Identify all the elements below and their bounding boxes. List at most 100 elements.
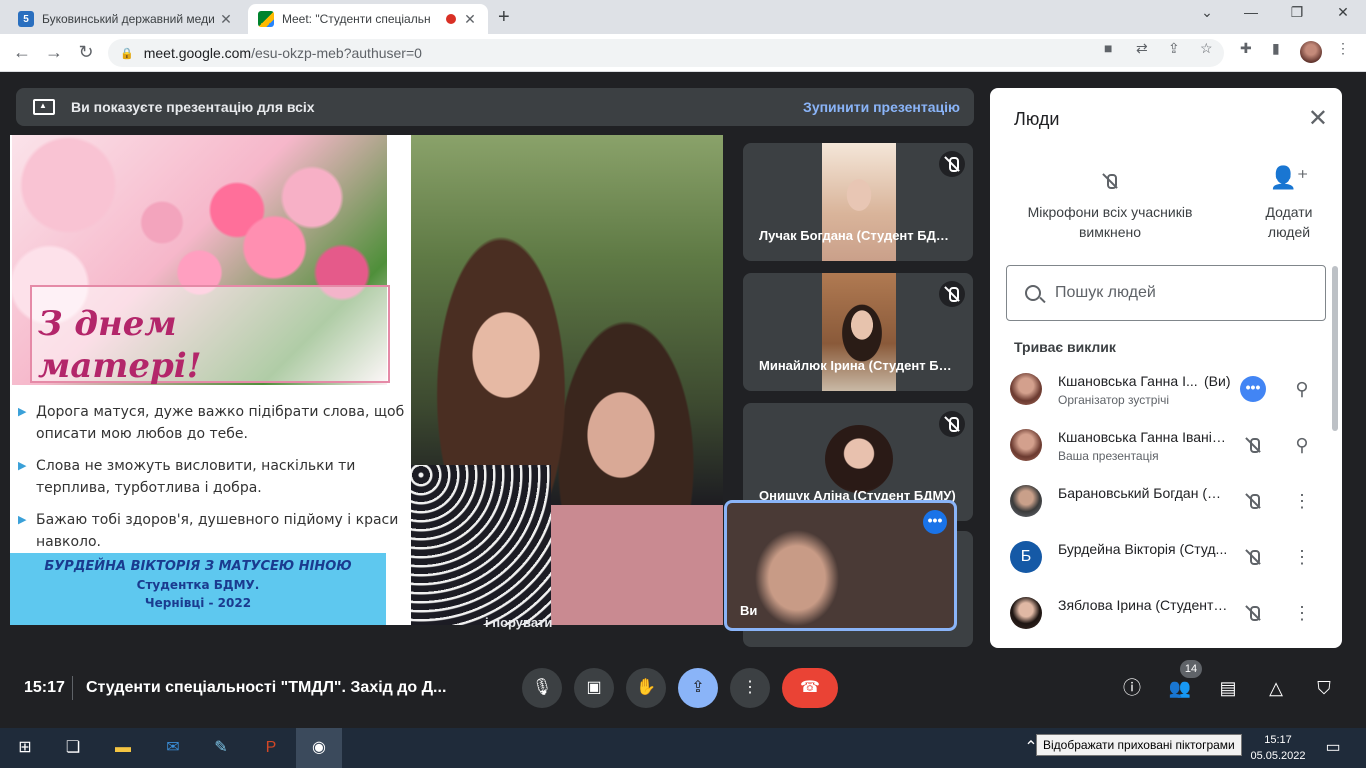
menu-dots-icon[interactable]: ⋮ bbox=[1336, 40, 1350, 57]
tab-meet[interactable]: Meet: "Студенти спеціальн ✕ bbox=[248, 4, 488, 34]
participant-name: Кшановська Ганна Іванів... bbox=[1058, 429, 1228, 445]
presenting-banner: Ви показуєте презентацію для всіх Зупини… bbox=[16, 88, 974, 126]
more-options-icon[interactable]: ⋮ bbox=[1290, 488, 1314, 514]
raise-hand-button[interactable]: ✋ bbox=[626, 668, 666, 708]
mic-muted-icon bbox=[939, 411, 965, 437]
meeting-controls-bar: 15:17 Студенти спеціальності "ТМДЛ". Зах… bbox=[0, 656, 1366, 720]
mic-muted-icon[interactable] bbox=[1240, 600, 1266, 626]
host-controls-icon[interactable]: ⛉ bbox=[1310, 674, 1338, 702]
avatar bbox=[1010, 597, 1042, 629]
camera-in-use-icon[interactable]: ■ bbox=[1104, 40, 1112, 56]
tab-search-icon[interactable]: ⌄ bbox=[1184, 4, 1230, 21]
restore-icon[interactable]: ❐ bbox=[1274, 4, 1320, 21]
forward-icon[interactable]: → bbox=[42, 42, 66, 63]
notifications-icon[interactable]: ▭ bbox=[1320, 736, 1346, 760]
share-icon[interactable]: ⇪ bbox=[1168, 40, 1180, 57]
mail-icon[interactable]: ✉ bbox=[160, 736, 186, 760]
audio-off-icon[interactable] bbox=[1240, 432, 1266, 458]
bookmark-star-icon[interactable]: ☆ bbox=[1200, 40, 1213, 57]
mic-muted-icon bbox=[939, 151, 965, 177]
close-window-icon[interactable]: ✕ bbox=[1320, 4, 1366, 21]
profile-avatar[interactable] bbox=[1300, 41, 1322, 63]
more-options-button[interactable]: ⋮ bbox=[730, 668, 770, 708]
close-tab-icon[interactable]: ✕ bbox=[462, 11, 478, 28]
file-explorer-icon[interactable]: ▬ bbox=[110, 736, 136, 760]
meeting-info-icon[interactable]: ⓘ bbox=[1118, 674, 1146, 702]
photo-blouse bbox=[551, 505, 723, 625]
participant-video bbox=[822, 273, 896, 391]
more-options-icon[interactable]: ⋮ bbox=[1290, 600, 1314, 626]
side-panel-icon[interactable]: ▮ bbox=[1272, 40, 1280, 57]
site-favicon-icon: 5 bbox=[18, 11, 34, 27]
self-view-tile[interactable]: ••• Ви bbox=[724, 500, 957, 631]
camera-button[interactable]: ▣ bbox=[574, 668, 614, 708]
participant-row[interactable]: Зяблова Ірина (Студент БД... ⋮ bbox=[990, 585, 1330, 641]
bullet-item: Дорога матуся, дуже важко підібрати слов… bbox=[18, 401, 408, 445]
task-view-icon[interactable]: ❏ bbox=[60, 736, 86, 760]
participant-name: Барановський Богдан (Студ... bbox=[1058, 485, 1228, 501]
activities-icon[interactable]: △ bbox=[1262, 674, 1290, 702]
chat-icon[interactable]: ▤ bbox=[1214, 674, 1242, 702]
extensions-icon[interactable]: ✚ bbox=[1240, 40, 1252, 57]
search-people-field[interactable] bbox=[1006, 265, 1326, 321]
more-options-icon[interactable]: ⋮ bbox=[1290, 544, 1314, 570]
people-icon[interactable]: 👥 bbox=[1166, 674, 1194, 702]
windows-start-icon[interactable]: ⊞ bbox=[12, 736, 38, 760]
participant-avatar bbox=[825, 425, 893, 493]
mother-daughter-photo bbox=[411, 135, 723, 625]
close-panel-icon[interactable]: ✕ bbox=[1308, 104, 1328, 133]
self-label: Ви bbox=[740, 603, 758, 618]
pin-icon[interactable]: ⚲ bbox=[1290, 376, 1314, 402]
participant-tile[interactable]: Лучак Богдана (Студент БДМУ) bbox=[743, 143, 973, 261]
new-tab-icon[interactable]: + bbox=[498, 6, 510, 29]
slide: З днем матері! Дорога матуся, дуже важко… bbox=[10, 135, 411, 625]
paint-icon[interactable]: ✎ bbox=[208, 736, 234, 760]
address-bar-row: ← → ↻ 🔒 meet.google.com/esu-okzp-meb?aut… bbox=[0, 34, 1366, 72]
omnibox[interactable]: 🔒 meet.google.com/esu-okzp-meb?authuser=… bbox=[108, 39, 1224, 67]
stop-presenting-button[interactable]: Зупинити презентацію bbox=[803, 99, 960, 115]
tab-title: Meet: "Студенти спеціальн bbox=[282, 12, 431, 26]
tab-bsmu[interactable]: 5 Буковинський державний меди ✕ bbox=[8, 4, 244, 34]
participant-name: Лучак Богдана (Студент БДМУ) bbox=[759, 228, 959, 243]
more-options-icon[interactable]: ••• bbox=[923, 510, 947, 534]
mute-all-button[interactable]: Мікрофони всіх учасників вимкнено bbox=[1020, 168, 1200, 242]
chrome-icon[interactable]: ◉ bbox=[306, 736, 332, 760]
participant-row[interactable]: Кшановська Ганна І... (Ви) Організатор з… bbox=[990, 361, 1330, 417]
more-actions-icon[interactable]: ••• bbox=[1240, 376, 1266, 402]
end-call-button[interactable]: ☎ bbox=[782, 668, 838, 708]
search-input[interactable] bbox=[1055, 284, 1315, 302]
panel-scrollbar[interactable] bbox=[1332, 266, 1338, 431]
minimize-icon[interactable]: — bbox=[1228, 4, 1274, 20]
participant-video bbox=[822, 143, 896, 261]
photo-dress bbox=[411, 465, 551, 625]
tab-title: Буковинський державний меди bbox=[42, 12, 215, 26]
participant-tile[interactable]: Минайлюк Ірина (Студент БДМУ) bbox=[743, 273, 973, 391]
participant-row[interactable]: Барановський Богдан (Студ... ⋮ bbox=[990, 473, 1330, 529]
add-people-button[interactable]: 👤⁺ Додати людей bbox=[1254, 165, 1324, 242]
close-tab-icon[interactable]: ✕ bbox=[218, 11, 234, 28]
unpin-icon[interactable]: ⚲ bbox=[1290, 432, 1314, 458]
lock-icon: 🔒 bbox=[120, 47, 134, 60]
add-person-icon: 👤⁺ bbox=[1269, 165, 1309, 190]
bullet-item: Бажаю тобі здоров'я, душевного підйому і… bbox=[18, 509, 408, 553]
panel-title: Люди bbox=[1014, 109, 1060, 129]
powerpoint-icon[interactable]: P bbox=[258, 736, 284, 760]
present-button[interactable]: ⇪ bbox=[678, 668, 718, 708]
avatar bbox=[1010, 485, 1042, 517]
participant-row[interactable]: Кшановська Ганна Іванів... Ваша презента… bbox=[990, 417, 1330, 473]
microphone-button[interactable]: 🎙 bbox=[522, 668, 562, 708]
translate-icon[interactable]: ⇄ bbox=[1136, 40, 1148, 57]
caption-overlay-text: і порувати bbox=[485, 615, 553, 630]
tooltip: Відображати приховані піктограми bbox=[1036, 734, 1242, 756]
mic-muted-icon[interactable] bbox=[1240, 544, 1266, 570]
footer-author: БУРДЕЙНА ВІКТОРІЯ З МАТУСЕЮ НІНОЮ bbox=[44, 559, 352, 574]
present-screen-icon bbox=[33, 99, 55, 115]
system-clock[interactable]: 15:17 05.05.2022 bbox=[1246, 732, 1310, 764]
reload-icon[interactable]: ↻ bbox=[74, 42, 98, 63]
mic-muted-icon[interactable] bbox=[1240, 488, 1266, 514]
participant-row[interactable]: Б Бурдейна Вікторія (Студ... ⋮ bbox=[990, 529, 1330, 585]
participant-name: Кшановська Ганна І... bbox=[1058, 373, 1198, 389]
back-icon[interactable]: ← bbox=[10, 42, 34, 63]
footer-place: Чернівці - 2022 bbox=[144, 596, 252, 610]
people-panel: Люди ✕ Мікрофони всіх учасників вимкнено… bbox=[990, 88, 1342, 648]
